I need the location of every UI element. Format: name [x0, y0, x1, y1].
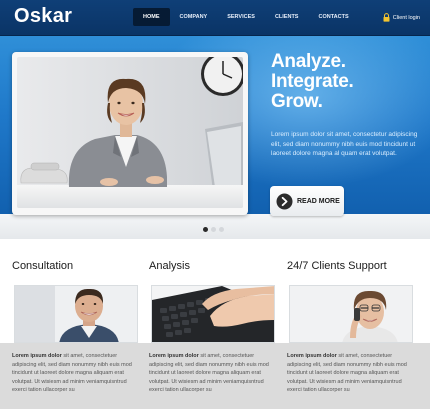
hero-headline-line-2: Integrate.	[271, 71, 354, 92]
site-logo[interactable]: Oskar	[14, 5, 72, 28]
nav-item-services[interactable]: SERVICES	[217, 8, 265, 26]
lock-icon	[383, 13, 390, 22]
feature-text-analysis: Lorem ipsum dolor sit amet, consectetuer…	[149, 352, 277, 395]
hero-description: Lorem ipsum dolor sit amet, consectetur …	[271, 131, 418, 157]
hero-headline: Analyze. Integrate. Grow.	[271, 52, 354, 112]
feature-title[interactable]: Consultation	[12, 260, 73, 272]
feature-text-body: sit amet, consectetuer adipiscing elit, …	[149, 353, 269, 393]
nav-item-company[interactable]: COMPANY	[170, 8, 218, 26]
feature-text-lead: Lorem ipsum dolor	[149, 353, 199, 359]
nav-item-clients[interactable]: CLIENTS	[265, 8, 309, 26]
nav-item-home[interactable]: HOME	[133, 8, 170, 26]
feature-image-support	[289, 285, 413, 343]
feature-text-body: sit amet, consectetuer adipiscing elit, …	[287, 353, 407, 393]
feature-image-analysis	[151, 285, 275, 343]
feature-text-support: Lorem ipsum dolor sit amet, consectetuer…	[287, 352, 415, 395]
feature-text-consultation: Lorem ipsum dolor sit amet, consectetuer…	[12, 352, 140, 395]
client-login-label: Client login	[392, 14, 420, 21]
feature-text-lead: Lorem ipsum dolor	[12, 353, 62, 359]
hero-banner: Analyze. Integrate. Grow. Lorem ipsum do…	[0, 36, 430, 239]
main-nav: HOME COMPANY SERVICES CLIENTS CONTACTS	[133, 8, 359, 26]
typing-hands-photo	[152, 286, 274, 342]
arrow-right-circle-icon	[276, 193, 293, 209]
smiling-man-photo	[15, 286, 137, 342]
read-more-label: READ MORE	[297, 197, 340, 205]
slider-dot-1[interactable]	[203, 227, 208, 232]
read-more-button[interactable]: READ MORE	[270, 186, 344, 216]
slider-dot-2[interactable]	[211, 227, 216, 232]
feature-title[interactable]: 24/7 Clients Support	[287, 260, 387, 272]
slider-dot-3[interactable]	[219, 227, 224, 232]
slider-pagination	[203, 227, 224, 232]
businesswoman-photo	[17, 57, 243, 208]
nav-item-contacts[interactable]: CONTACTS	[308, 8, 358, 26]
client-login-link[interactable]: Client login	[383, 13, 420, 22]
hero-headline-line-3: Grow.	[271, 91, 323, 112]
feature-text-body: sit amet, consectetuer adipiscing elit, …	[12, 353, 132, 393]
woman-on-phone-photo	[290, 286, 412, 342]
hero-headline-line-1: Analyze.	[271, 51, 346, 72]
feature-title[interactable]: Analysis	[149, 260, 190, 272]
feature-text-lead: Lorem ipsum dolor	[287, 353, 337, 359]
hero-photo-frame	[12, 52, 248, 215]
feature-image-consultation	[14, 285, 138, 343]
header: Oskar HOME COMPANY SERVICES CLIENTS CONT…	[0, 0, 430, 36]
